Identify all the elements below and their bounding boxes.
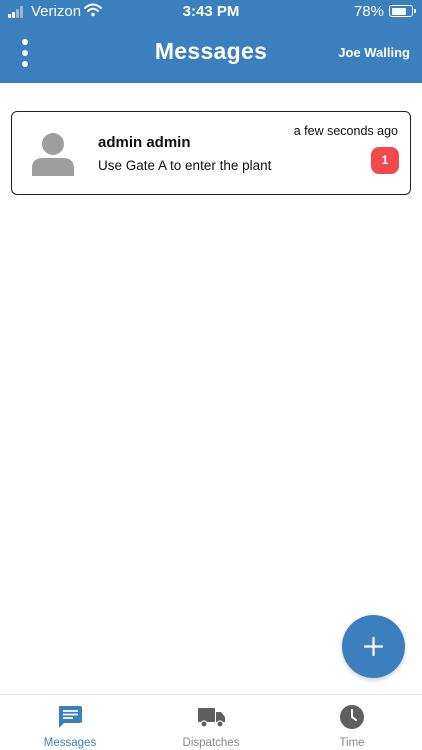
messages-screen: Verizon 3:43 PM 78% Messages Joe Walling (0, 0, 422, 750)
person-icon (32, 133, 74, 176)
clock-icon (340, 705, 364, 729)
plus-icon (363, 636, 384, 657)
new-message-button[interactable] (342, 615, 405, 678)
message-preview: Use Gate A to enter the plant (98, 158, 272, 173)
status-bar: Verizon 3:43 PM 78% (0, 0, 422, 24)
battery-percent: 78% (353, 3, 384, 20)
current-user-name[interactable]: Joe Walling (338, 45, 410, 60)
message-timestamp: a few seconds ago (293, 124, 398, 138)
tab-time-label: Time (339, 737, 365, 749)
tab-dispatches-label: Dispatches (182, 737, 240, 749)
battery-icon (389, 5, 416, 17)
tab-dispatches[interactable]: Dispatches (141, 695, 281, 750)
truck-icon (198, 708, 225, 728)
app-header: Verizon 3:43 PM 78% Messages Joe Walling (0, 0, 422, 83)
message-sender: admin admin (98, 134, 191, 151)
tab-time[interactable]: Time (282, 695, 422, 750)
chat-icon (59, 706, 82, 728)
tab-messages-label: Messages (43, 737, 97, 749)
tab-messages[interactable]: Messages (0, 695, 140, 750)
unread-count-badge: 1 (371, 147, 399, 174)
bottom-navigation: Messages Dispatches Time (0, 694, 422, 750)
message-list-item[interactable]: admin admin Use Gate A to enter the plan… (11, 111, 411, 195)
